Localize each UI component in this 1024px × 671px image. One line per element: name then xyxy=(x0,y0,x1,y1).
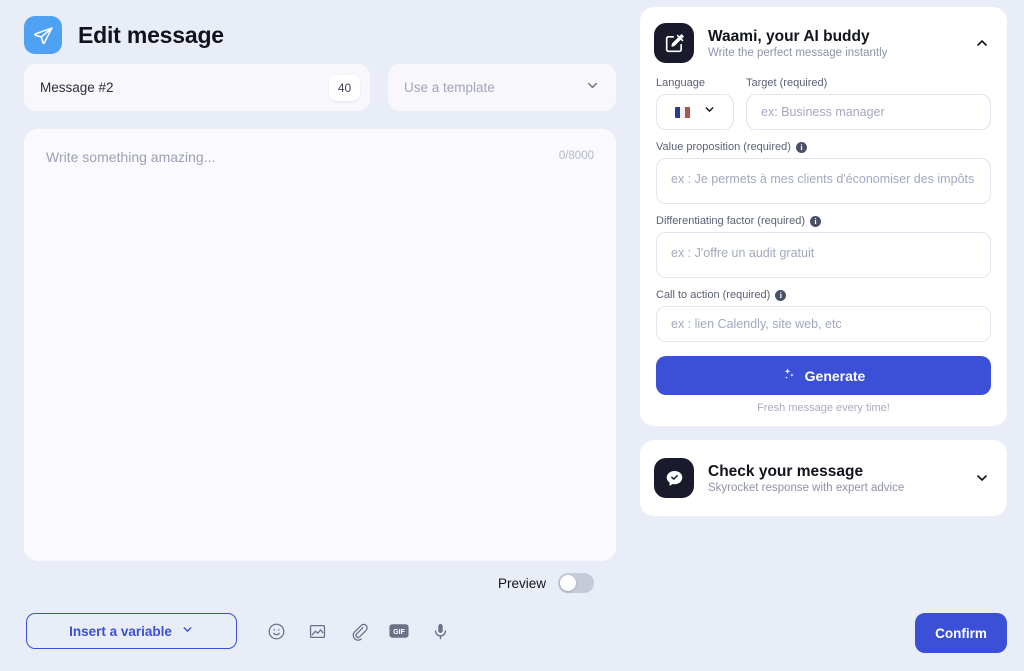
ai-assistant-card: Waami, your AI buddy Write the perfect m… xyxy=(640,7,1007,426)
preview-label: Preview xyxy=(497,575,546,591)
microphone-icon[interactable] xyxy=(429,620,451,642)
gif-icon[interactable]: GIF xyxy=(388,620,410,642)
call-to-action-label: Call to action (required) i xyxy=(656,289,991,301)
value-proposition-label-text: Value proposition (required) xyxy=(656,141,791,153)
target-label: Target (required) xyxy=(746,77,828,89)
preview-toggle[interactable] xyxy=(558,573,594,593)
svg-text:GIF: GIF xyxy=(393,628,406,636)
send-plane-icon xyxy=(24,16,62,54)
ai-assistant-title: Waami, your AI buddy xyxy=(708,27,870,45)
flag-france-icon xyxy=(674,106,691,118)
preview-toggle-row: Preview xyxy=(24,561,616,605)
generate-button[interactable]: Generate xyxy=(656,356,991,395)
chevron-down-icon[interactable] xyxy=(973,470,991,486)
info-icon[interactable]: i xyxy=(809,215,821,227)
assistant-panel: Waami, your AI buddy Write the perfect m… xyxy=(640,0,1024,671)
emoji-icon[interactable] xyxy=(265,620,287,642)
edit-message-screen: Edit message Message #2 40 Use a templat… xyxy=(0,0,1024,671)
chat-check-icon xyxy=(654,458,694,498)
edit-square-icon xyxy=(654,23,694,63)
ai-assistant-card-header[interactable]: Waami, your AI buddy Write the perfect m… xyxy=(640,7,1007,77)
target-placeholder: ex: Business manager xyxy=(761,105,885,119)
editor-toolbar: Insert a variable GIF xyxy=(24,613,616,649)
confirm-button[interactable]: Confirm xyxy=(915,613,1007,653)
differentiating-factor-label: Differentiating factor (required) i xyxy=(656,215,991,227)
message-body-textarea[interactable]: Write something amazing... 0/8000 xyxy=(24,129,616,561)
call-to-action-placeholder: ex : lien Calendly, site web, etc xyxy=(671,317,842,331)
sparkles-icon xyxy=(782,367,796,384)
image-icon[interactable] xyxy=(306,620,328,642)
message-name-value: Message #2 xyxy=(40,80,114,95)
value-proposition-placeholder: ex : Je permets à mes clients d'économis… xyxy=(671,172,975,186)
differentiating-factor-label-text: Differentiating factor (required) xyxy=(656,215,805,227)
insert-variable-label: Insert a variable xyxy=(69,623,172,639)
message-body-counter: 0/8000 xyxy=(558,150,594,162)
message-editor-panel: Edit message Message #2 40 Use a templat… xyxy=(0,0,640,671)
language-field: Language xyxy=(656,77,734,130)
language-label: Language xyxy=(656,77,705,89)
differentiating-factor-placeholder: ex : J'offre un audit gratuit xyxy=(671,246,815,260)
differentiating-factor-input[interactable]: ex : J'offre un audit gratuit xyxy=(656,232,991,278)
message-name-char-badge: 40 xyxy=(329,74,360,101)
language-select[interactable] xyxy=(656,94,734,130)
value-proposition-label: Value proposition (required) i xyxy=(656,141,991,153)
differentiating-factor-field: Differentiating factor (required) i ex :… xyxy=(656,215,991,278)
message-body-placeholder: Write something amazing... xyxy=(46,149,216,165)
chevron-up-icon[interactable] xyxy=(973,35,991,51)
value-proposition-field: Value proposition (required) i ex : Je p… xyxy=(656,141,991,204)
template-select[interactable]: Use a template xyxy=(388,64,616,111)
info-icon[interactable]: i xyxy=(795,141,807,153)
info-icon[interactable]: i xyxy=(775,289,787,301)
target-field: Target (required) ex: Business manager xyxy=(746,77,991,130)
value-proposition-input[interactable]: ex : Je permets à mes clients d'économis… xyxy=(656,158,991,204)
message-name-input[interactable]: Message #2 40 xyxy=(24,64,370,111)
ai-assistant-form: Language Target (required) ex: Business … xyxy=(640,77,1007,426)
target-input[interactable]: ex: Business manager xyxy=(746,94,991,130)
chevron-down-icon xyxy=(703,103,716,121)
insert-variable-button[interactable]: Insert a variable xyxy=(26,613,237,649)
call-to-action-field: Call to action (required) i ex : lien Ca… xyxy=(656,289,991,342)
generate-note: Fresh message every time! xyxy=(757,402,890,414)
language-target-row: Language Target (required) ex: Business … xyxy=(656,77,991,130)
check-message-subtitle: Skyrocket response with expert advice xyxy=(708,482,905,495)
check-message-title: Check your message xyxy=(708,462,864,480)
attachment-icon[interactable] xyxy=(347,620,369,642)
chevron-down-icon xyxy=(585,78,600,98)
check-message-card[interactable]: Check your message Skyrocket response wi… xyxy=(640,440,1007,516)
template-select-placeholder: Use a template xyxy=(404,80,495,95)
attachment-icon-row: GIF xyxy=(265,620,451,642)
confirm-button-wrap: Confirm xyxy=(915,613,1007,653)
call-to-action-input[interactable]: ex : lien Calendly, site web, etc xyxy=(656,306,991,342)
generate-button-label: Generate xyxy=(804,367,866,384)
chevron-down-icon xyxy=(181,623,194,639)
check-message-card-header[interactable]: Check your message Skyrocket response wi… xyxy=(640,440,1007,516)
call-to-action-label-text: Call to action (required) xyxy=(656,289,771,301)
page-title: Edit message xyxy=(78,21,224,48)
preview-toggle-knob xyxy=(560,575,576,591)
page-header: Edit message xyxy=(24,0,616,62)
message-meta-row: Message #2 40 Use a template xyxy=(24,64,616,111)
ai-assistant-subtitle: Write the perfect message instantly xyxy=(708,47,888,60)
